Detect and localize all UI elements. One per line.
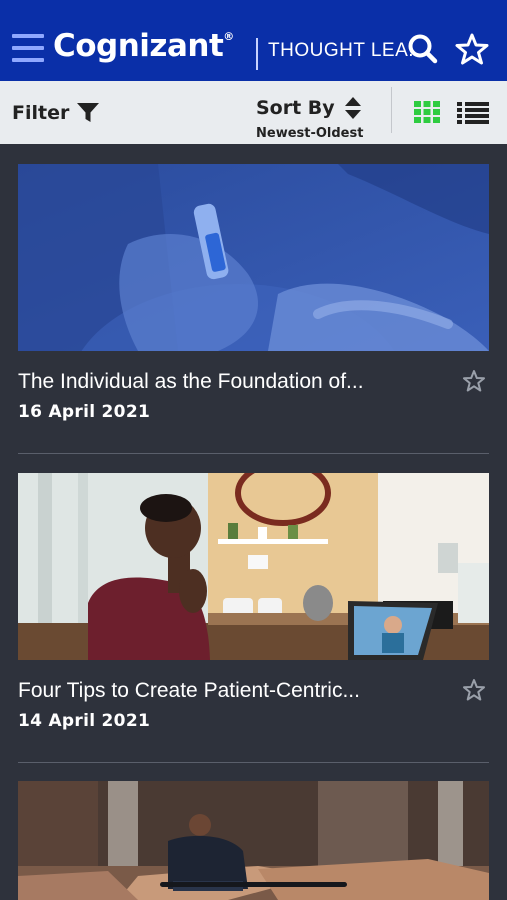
card-divider: [18, 453, 489, 454]
article-title[interactable]: The Individual as the Foundation of...: [18, 370, 364, 394]
article-title[interactable]: Four Tips to Create Patient-Centric...: [18, 679, 360, 703]
article-image[interactable]: [18, 473, 489, 660]
app-header: Cognizant® THOUGHT LEA...: [0, 0, 507, 81]
filter-button[interactable]: Filter: [12, 102, 100, 124]
home-indicator[interactable]: [160, 882, 347, 887]
grid-view-icon[interactable]: [414, 101, 440, 123]
sort-value: Newest-Oldest: [256, 126, 364, 141]
hamburger-menu-icon[interactable]: [12, 34, 44, 62]
filter-label: Filter: [12, 102, 70, 124]
card-divider: [18, 762, 489, 763]
sort-arrows-icon: [344, 97, 361, 119]
bookmark-star-icon[interactable]: [462, 678, 486, 702]
article-image[interactable]: [18, 164, 489, 351]
favorites-star-icon[interactable]: [455, 32, 489, 66]
header-divider: [256, 38, 258, 70]
funnel-icon: [77, 103, 100, 122]
filter-sort-bar: Filter Sort By Newest-Oldest: [0, 81, 507, 144]
search-icon[interactable]: [406, 32, 440, 66]
article-date: 16 April 2021: [18, 402, 151, 422]
section-title: THOUGHT LEA...: [268, 40, 426, 61]
toolbar-divider: [391, 87, 392, 133]
article-card[interactable]: Four Tips to Create Patient-Centric... 1…: [18, 473, 489, 763]
article-card[interactable]: The Individual as the Foundation of... 1…: [18, 164, 489, 454]
article-date: 14 April 2021: [18, 711, 151, 731]
bookmark-star-icon[interactable]: [462, 369, 486, 393]
list-view-icon[interactable]: [457, 101, 489, 125]
sort-label: Sort By: [256, 97, 335, 119]
sort-button[interactable]: Sort By: [256, 97, 361, 119]
cognizant-logo[interactable]: Cognizant®: [53, 28, 234, 64]
